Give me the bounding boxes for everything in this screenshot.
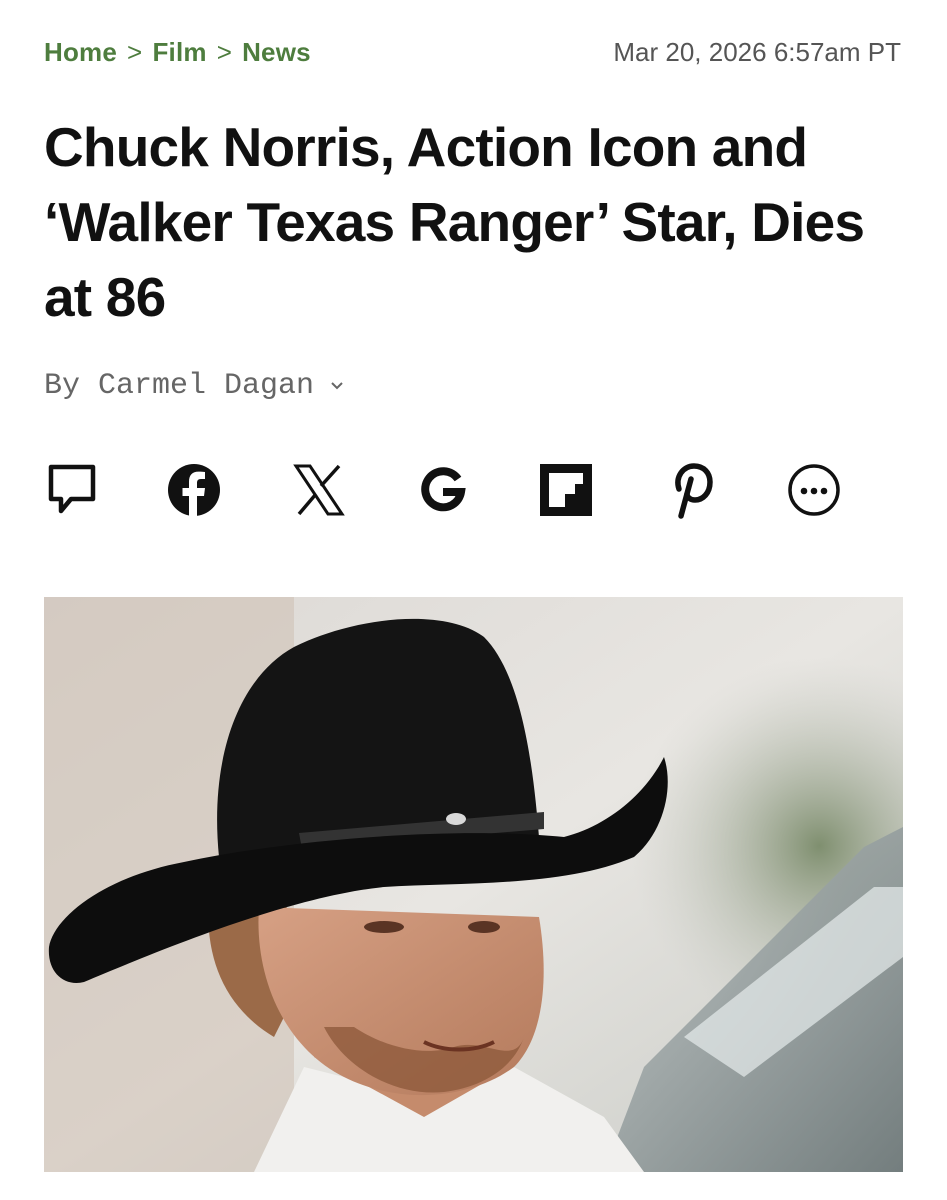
hero-photo	[44, 597, 903, 1172]
comment-icon	[48, 464, 96, 514]
share-toolbar	[44, 458, 844, 522]
facebook-icon	[168, 464, 220, 517]
google-icon	[421, 467, 466, 512]
author-byline[interactable]: By Carmel Dagan	[44, 364, 344, 408]
breadcrumb-film-link[interactable]: Film	[152, 37, 206, 68]
breadcrumb-home-link[interactable]: Home	[44, 37, 117, 68]
facebook-share-button[interactable]	[164, 458, 224, 522]
breadcrumb-separator: >	[127, 36, 143, 67]
pinterest-share-button[interactable]	[661, 458, 721, 522]
breadcrumb-news-link[interactable]: News	[242, 37, 311, 68]
chevron-down-icon[interactable]	[330, 379, 344, 393]
author-name[interactable]: Carmel Dagan	[98, 369, 314, 403]
x-icon	[293, 464, 345, 516]
breadcrumb: Home > Film > News	[44, 37, 311, 68]
google-share-button[interactable]	[413, 458, 473, 522]
publish-timestamp: Mar 20, 2026 6:57am PT	[613, 36, 901, 67]
flipboard-icon	[540, 464, 592, 516]
pinterest-icon	[675, 463, 713, 519]
x-share-button[interactable]	[289, 458, 349, 522]
article-headline: Chuck Norris, Action Icon and ‘Walker Te…	[44, 116, 865, 328]
byline-prefix: By	[44, 369, 81, 403]
flipboard-share-button[interactable]	[536, 458, 596, 522]
hero-image	[44, 597, 903, 1172]
breadcrumb-separator: >	[216, 36, 233, 67]
more-icon	[788, 464, 840, 516]
more-options-button[interactable]	[784, 458, 844, 522]
article-header-bar: Home > Film > News Mar 20, 2026 6:57am P…	[44, 34, 901, 70]
comment-button[interactable]	[42, 458, 102, 522]
